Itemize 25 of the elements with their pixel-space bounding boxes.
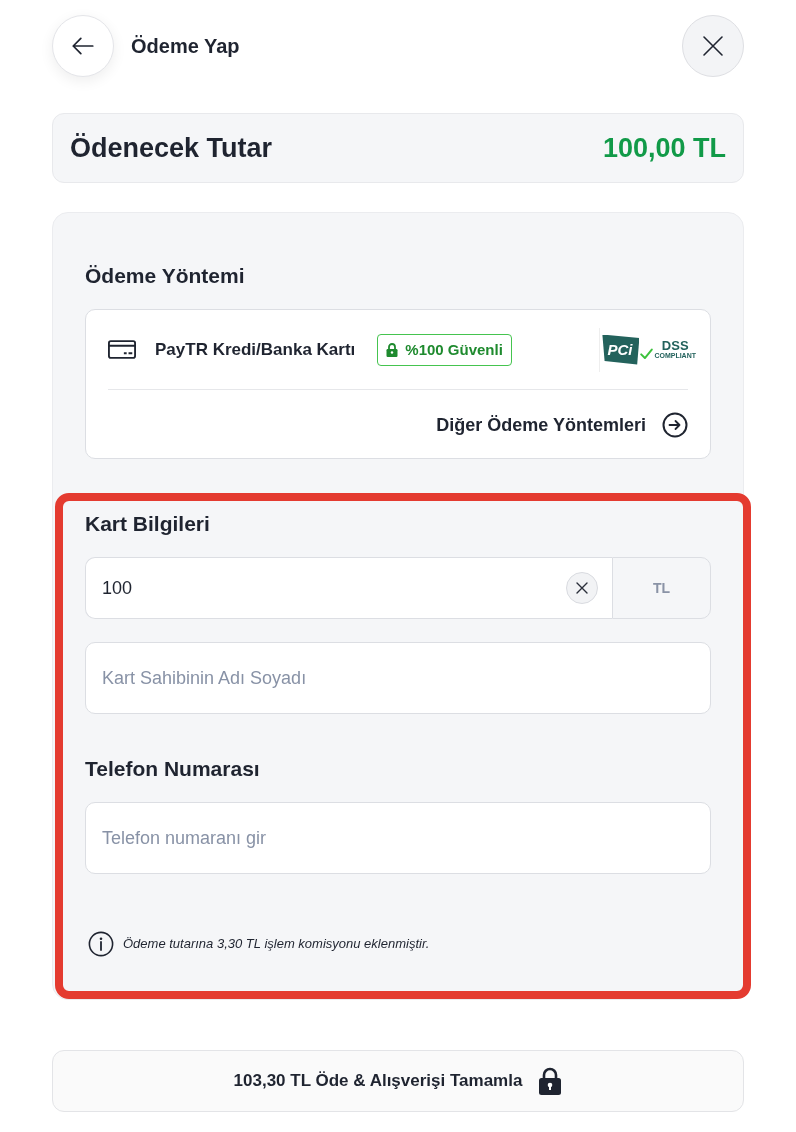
amount-field[interactable]: 100 (85, 557, 612, 619)
page-title: Ödeme Yap (131, 34, 240, 58)
section-heading: Kart Bilgileri (85, 512, 211, 536)
payment-method-name: PayTR Kredi/Banka Kartı (155, 338, 356, 361)
logo-title: DSS (661, 339, 689, 352)
section-heading: Telefon Numarası (85, 757, 261, 781)
arrow-circle-icon (662, 411, 688, 438)
lock-icon (386, 342, 399, 357)
amount-value: 100,00 TL (602, 132, 726, 164)
amount-label: Ödenecek Tutar (70, 132, 273, 164)
pay-button[interactable]: 103,30 TL Öde & Alışverişi Tamamla (52, 1050, 744, 1112)
secure-label: %100 Güvenli (405, 340, 503, 359)
close-icon (702, 35, 724, 57)
lock-icon (538, 1067, 563, 1095)
section-heading: Ödeme Yöntemi (85, 264, 246, 288)
check-icon (640, 347, 654, 360)
phone-field[interactable]: Telefon numaranı gir (85, 802, 711, 874)
credit-card-icon (108, 340, 136, 359)
info-icon (88, 931, 114, 957)
name-field[interactable]: Kart Sahibinin Adı Soyadı (85, 642, 711, 714)
note-text: Ödeme tutarına 3,30 TL işlem komisyonu eklenmiştir. (123, 935, 430, 953)
other-methods-link[interactable]: Diğer Ödeme Yöntemleri (436, 411, 688, 438)
close-icon (576, 582, 588, 594)
logo-mark: PCi (602, 334, 640, 365)
currency-suffix: TL (612, 557, 711, 619)
